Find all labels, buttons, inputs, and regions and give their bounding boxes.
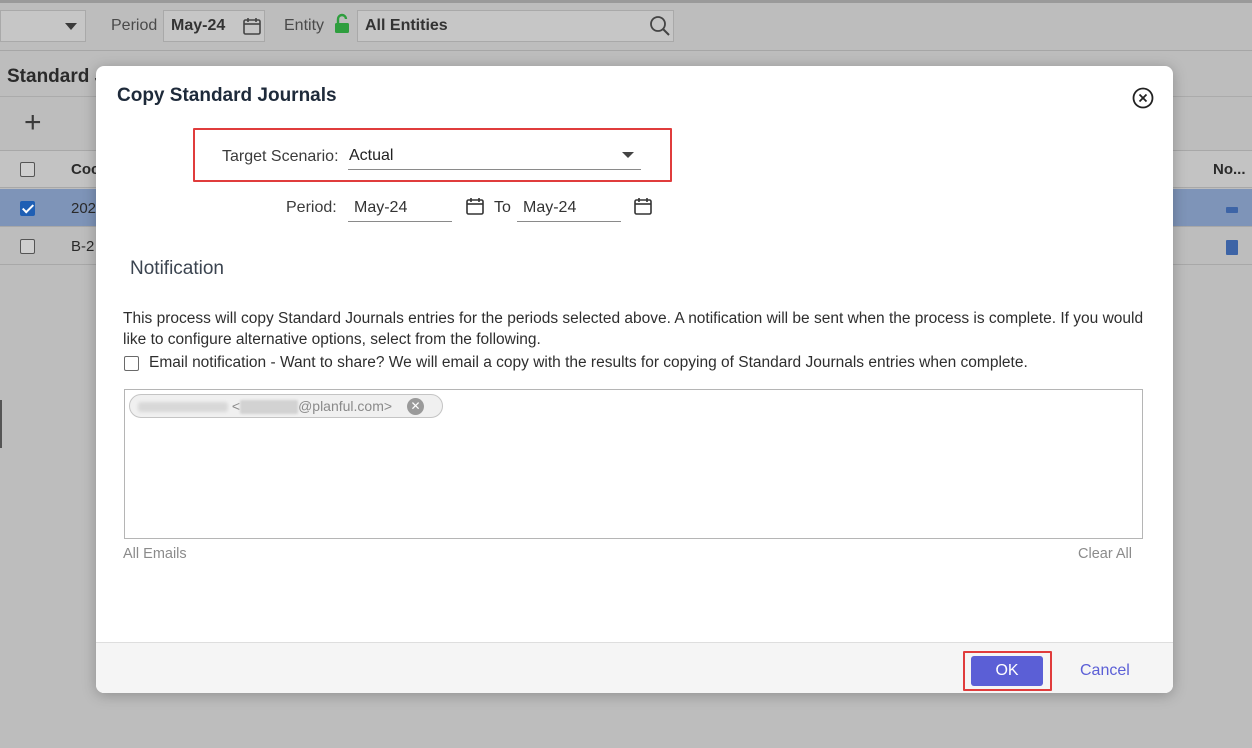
dialog-title: Copy Standard Journals bbox=[117, 85, 337, 106]
calendar-icon[interactable] bbox=[465, 196, 485, 216]
entity-filter-field[interactable]: All Entities bbox=[357, 10, 674, 42]
page-title: Standard J bbox=[7, 66, 106, 87]
email-chip: < @planful.com> ✕ bbox=[129, 394, 443, 418]
redacted-name bbox=[138, 402, 228, 413]
redacted-email bbox=[240, 400, 299, 415]
add-button[interactable]: + bbox=[24, 108, 42, 138]
to-label: To bbox=[494, 199, 511, 216]
entity-filter-value: All Entities bbox=[365, 17, 448, 34]
caret-down-icon bbox=[65, 23, 77, 30]
period-filter-value: May-24 bbox=[171, 17, 226, 34]
email-notification-checkbox[interactable] bbox=[124, 356, 139, 371]
divider bbox=[0, 50, 1252, 51]
calendar-icon[interactable] bbox=[633, 196, 653, 216]
target-scenario-value: Actual bbox=[349, 147, 394, 164]
copy-standard-journals-dialog: Copy Standard Journals Target Scenario: … bbox=[96, 66, 1173, 693]
row-checkbox[interactable] bbox=[20, 239, 35, 254]
column-header-notes[interactable]: No... bbox=[1213, 161, 1246, 178]
target-scenario-label: Target Scenario: bbox=[222, 148, 339, 165]
email-domain: @planful.com> bbox=[298, 398, 393, 414]
search-icon[interactable] bbox=[649, 15, 671, 37]
row-code: B-2 bbox=[71, 238, 95, 255]
period-from-input[interactable] bbox=[348, 195, 452, 222]
notification-description: This process will copy Standard Journals… bbox=[123, 310, 1144, 348]
row-code: 202 bbox=[71, 200, 97, 217]
cancel-button[interactable]: Cancel bbox=[1080, 662, 1130, 680]
all-emails-link[interactable]: All Emails bbox=[123, 546, 187, 562]
target-scenario-select[interactable]: Actual bbox=[348, 146, 641, 170]
period-label: Period: bbox=[286, 199, 337, 216]
period-to-input[interactable] bbox=[517, 195, 621, 222]
scroll-edge bbox=[0, 400, 2, 448]
email-recipients-box[interactable]: < @planful.com> ✕ bbox=[124, 389, 1143, 539]
unlock-icon[interactable] bbox=[333, 13, 351, 35]
row-checkbox[interactable] bbox=[20, 201, 35, 216]
period-filter-label: Period bbox=[111, 17, 158, 34]
document-icon[interactable] bbox=[1226, 240, 1238, 255]
ok-button[interactable]: OK bbox=[971, 656, 1043, 686]
scenario-dropdown[interactable] bbox=[0, 10, 86, 42]
close-icon[interactable] bbox=[1132, 87, 1154, 109]
notification-section-title: Notification bbox=[130, 258, 224, 279]
entity-filter-label: Entity bbox=[284, 17, 325, 34]
select-all-checkbox[interactable] bbox=[20, 162, 35, 177]
caret-down-icon bbox=[622, 152, 634, 158]
clear-all-link[interactable]: Clear All bbox=[1078, 546, 1132, 562]
calendar-icon[interactable] bbox=[242, 16, 262, 36]
period-filter-field[interactable]: May-24 bbox=[163, 10, 265, 42]
remove-chip-icon[interactable]: ✕ bbox=[407, 398, 424, 415]
notes-icon[interactable] bbox=[1226, 207, 1238, 213]
email-notification-label: Email notification - Want to share? We w… bbox=[149, 354, 1028, 371]
